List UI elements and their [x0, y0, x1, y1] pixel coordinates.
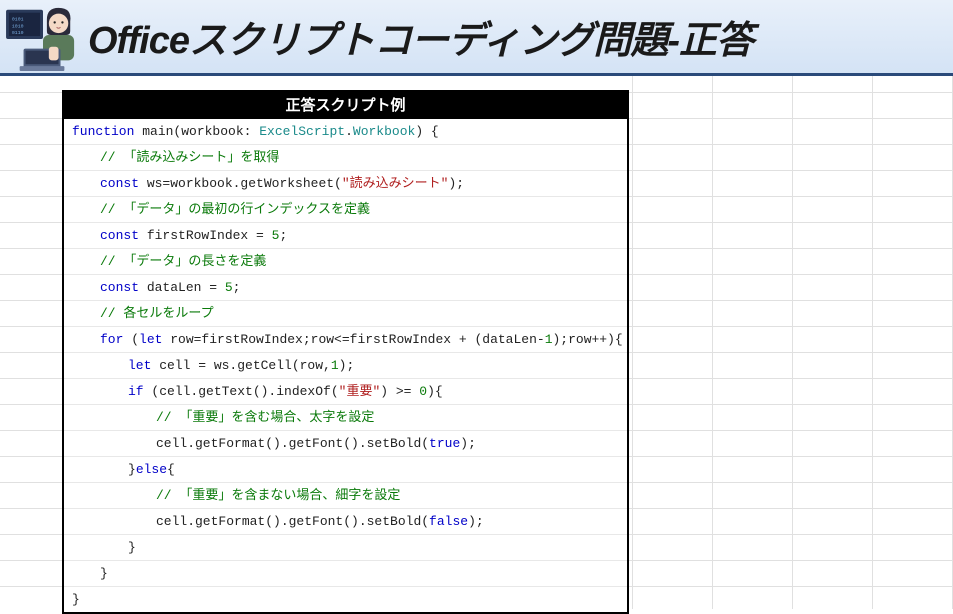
- code-line: const dataLen = 5;: [64, 275, 627, 301]
- code-line: }: [64, 587, 627, 612]
- code-line: for (let row=firstRowIndex;row<=firstRow…: [64, 327, 627, 353]
- code-line: // 「重要」を含まない場合、細字を設定: [64, 483, 627, 509]
- code-line: if (cell.getText().indexOf("重要") >= 0){: [64, 379, 627, 405]
- header-illustration-icon: 0101 1010 0110: [4, 2, 82, 72]
- code-panel: 正答スクリプト例 function main(workbook: ExcelSc…: [62, 90, 629, 614]
- code-block: function main(workbook: ExcelScript.Work…: [62, 119, 629, 614]
- code-panel-title: 正答スクリプト例: [62, 90, 629, 119]
- code-line: // 各セルをループ: [64, 301, 627, 327]
- svg-text:0101: 0101: [12, 16, 24, 22]
- code-line: cell.getFormat().getFont().setBold(true)…: [64, 431, 627, 457]
- code-line: }: [64, 535, 627, 561]
- code-line: cell.getFormat().getFont().setBold(false…: [64, 509, 627, 535]
- page-header: 0101 1010 0110 Officeスクリプトコーディング問題-正答: [0, 0, 953, 76]
- code-line: // 「重要」を含む場合、太字を設定: [64, 405, 627, 431]
- code-line: const ws=workbook.getWorksheet("読み込みシート"…: [64, 171, 627, 197]
- code-line: // 「データ」の最初の行インデックスを定義: [64, 197, 627, 223]
- code-line: // 「データ」の長さを定義: [64, 249, 627, 275]
- code-line: }: [64, 561, 627, 587]
- svg-text:0110: 0110: [12, 30, 24, 36]
- code-line: }else{: [64, 457, 627, 483]
- code-line: function main(workbook: ExcelScript.Work…: [64, 119, 627, 145]
- code-line: const firstRowIndex = 5;: [64, 223, 627, 249]
- page-title: Officeスクリプトコーディング問題-正答: [88, 9, 753, 64]
- code-line: let cell = ws.getCell(row,1);: [64, 353, 627, 379]
- svg-text:1010: 1010: [12, 23, 24, 29]
- code-line: // 「読み込みシート」を取得: [64, 145, 627, 171]
